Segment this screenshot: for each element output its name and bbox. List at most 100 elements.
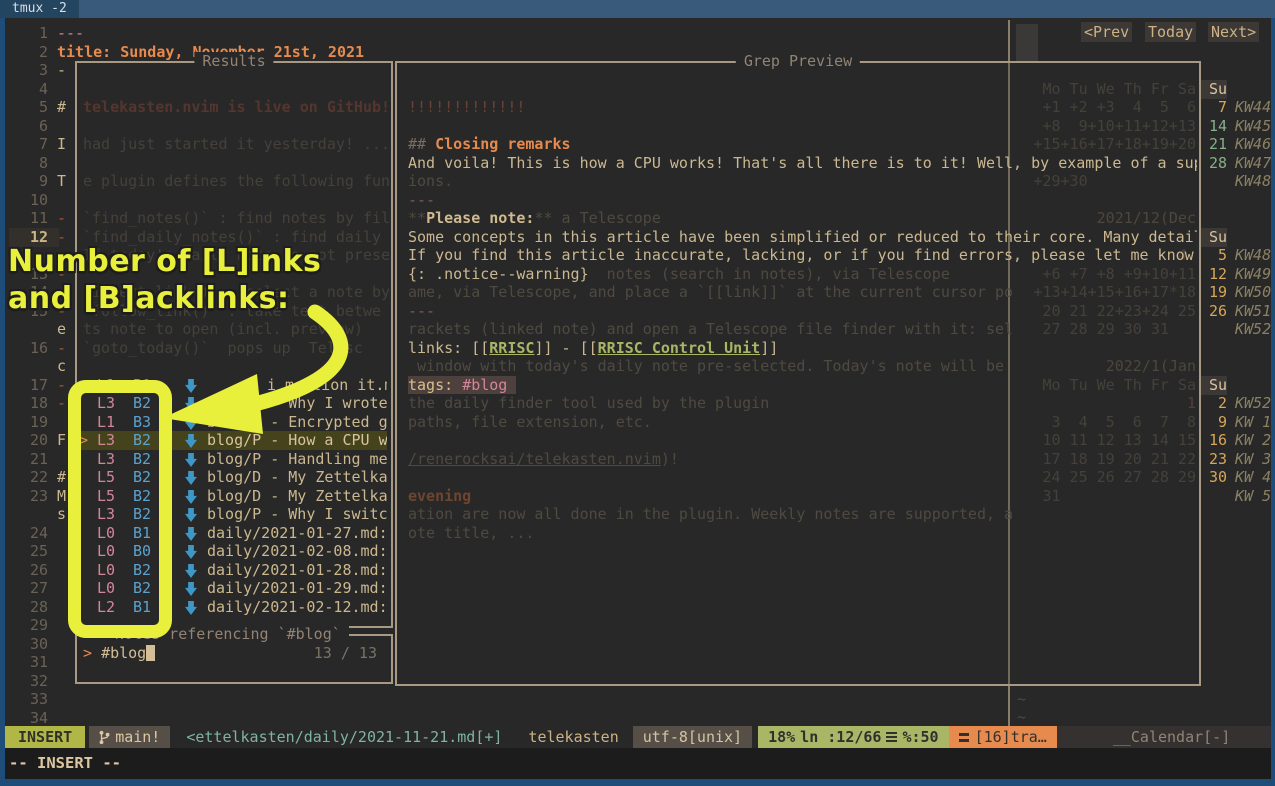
terminal-screen: tmux -2 1---2title: Sunday, November 21s… — [0, 0, 1275, 786]
line-number: 17 — [5, 376, 48, 395]
calendar-week-number: KW 3 — [1235, 450, 1271, 469]
calendar-sunday[interactable]: 9 — [1200, 413, 1227, 432]
mode-indicator: INSERT — [5, 726, 85, 748]
calendar-week-number: KW49 — [1235, 265, 1271, 284]
calendar-today-button[interactable]: Today — [1145, 22, 1196, 42]
line-number: 11 — [5, 209, 48, 228]
calendar-week-number: KW52 — [1235, 394, 1271, 413]
line-number: 16 — [5, 339, 48, 358]
down-arrow-icon — [185, 397, 197, 411]
scroll-percent: 18% — [768, 726, 795, 748]
git-branch-icon — [99, 730, 110, 745]
mode-message: -- INSERT -- — [9, 752, 121, 774]
buffer-text: - — [57, 209, 66, 228]
line-number: 4 — [5, 80, 48, 99]
grep-preview-title: Grep Preview — [736, 52, 860, 71]
calendar-week-number: KW50 — [1235, 283, 1271, 302]
lines-icon — [886, 732, 897, 734]
result-title: blog/P - Why I switche — [207, 505, 387, 524]
line-number: 26 — [5, 561, 48, 580]
calendar-week-number: KW 5 — [1235, 487, 1271, 506]
results-counter: 13 / 13 — [314, 644, 377, 663]
down-arrow-icon — [185, 527, 197, 541]
git-branch-segment: main! — [89, 726, 170, 748]
line-number: 7 — [5, 135, 48, 154]
result-title: blog/D - My Zettelkast — [207, 487, 387, 506]
buffer-text: M — [57, 487, 66, 506]
calendar-sunday[interactable]: 28 — [1200, 154, 1227, 173]
empty-line-tilde: ~ — [1017, 708, 1026, 727]
buffer-text: --- — [57, 24, 84, 43]
buffer-text: - — [57, 394, 66, 413]
calendar-sunday[interactable]: 12 — [1200, 265, 1227, 284]
tmux-statusbar: tmux -2 — [0, 0, 1275, 18]
calendar-statusline: __Calendar[-] — [1057, 726, 1271, 748]
result-title: daily/2021-02-12.md:10 — [207, 598, 387, 617]
text-cursor — [146, 645, 155, 661]
result-title: daily/2021-01-29.md:5: — [207, 579, 387, 598]
down-arrow-icon — [185, 453, 197, 467]
line-number: 29 — [5, 616, 48, 635]
calendar-sunday[interactable]: 30 — [1200, 468, 1227, 487]
down-arrow-icon — [185, 564, 197, 578]
prompt-caret: > — [83, 644, 101, 662]
prompt-panel[interactable]: Notes referencing `#blog` > #blog 13 / 1… — [75, 634, 393, 684]
calendar-sunday[interactable]: 7 — [1200, 98, 1227, 117]
whitespace-icon — [959, 733, 969, 736]
calendar-week-number: KW 2 — [1235, 431, 1271, 450]
calendar-sunday[interactable]: 5 — [1200, 246, 1227, 265]
git-branch-label: main! — [115, 726, 160, 748]
result-title: blog/P - How a CPU wor — [207, 431, 387, 450]
calendar-sunday[interactable]: Su — [1200, 228, 1227, 247]
down-arrow-icon — [185, 416, 197, 430]
line-number: 28 — [5, 598, 48, 617]
calendar-next-button[interactable]: Next> — [1208, 22, 1259, 42]
statusline: INSERT main! <ettelkasten/daily/2021-11-… — [5, 726, 1271, 748]
line-number: 33 — [5, 690, 48, 709]
calendar-sunday[interactable]: 23 — [1200, 450, 1227, 469]
empty-line-tilde: ~ — [1017, 690, 1026, 709]
plugin-name: telekasten — [528, 726, 618, 748]
line-number: 20 — [5, 431, 48, 450]
line-number: 18 — [5, 394, 48, 413]
line-number: 10 — [5, 191, 48, 210]
calendar-sunday[interactable]: 19 — [1200, 283, 1227, 302]
result-title: blog/P - Encrypted git — [207, 413, 387, 432]
line-number: 9 — [5, 172, 48, 191]
buffer-text: - — [57, 61, 66, 80]
calendar-sunday[interactable]: Su — [1200, 80, 1227, 99]
buffer-text: # — [57, 98, 66, 117]
result-title: daily/2021-01-27.md:6: — [207, 524, 387, 543]
calendar-week-number: KW51 — [1235, 302, 1271, 321]
scrollbar-thumb[interactable] — [1016, 24, 1038, 62]
calendar-sunday[interactable]: 16 — [1200, 431, 1227, 450]
tmux-session-label: tmux -2 — [0, 0, 79, 18]
calendar-sunday[interactable]: 26 — [1200, 302, 1227, 321]
line-number: 24 — [5, 524, 48, 543]
calendar-sunday[interactable]: 21 — [1200, 135, 1227, 154]
calendar-prev-button[interactable]: <Prev — [1081, 22, 1132, 42]
line-number: 6 — [5, 117, 48, 136]
prompt-input[interactable]: > #blog — [83, 644, 155, 663]
calendar-sunday[interactable]: 14 — [1200, 117, 1227, 136]
calendar-week-number: KW46 — [1235, 135, 1271, 154]
down-arrow-icon — [185, 508, 197, 522]
annotation-text-line1: Number of [L]inks — [8, 243, 321, 280]
calendar-week-number: KW48 — [1235, 172, 1271, 191]
down-arrow-icon — [185, 434, 197, 448]
annotation-highlight-box — [68, 380, 172, 638]
buffer-text: F — [57, 431, 66, 450]
buffer-text: I — [57, 135, 66, 154]
line-number: 25 — [5, 542, 48, 561]
whitespace-warning-label: [16]tra… — [975, 726, 1047, 748]
calendar-week-number: KW44 — [1235, 98, 1271, 117]
calendar-week-number: KW 4 — [1235, 468, 1271, 487]
results-panel-title: Results — [194, 52, 273, 71]
line-number: 3 — [5, 61, 48, 80]
command-line-area: -- INSERT -- — [5, 748, 1271, 779]
filename-segment: <ettelkasten/daily/2021-11-21.md[+] — [184, 726, 504, 748]
calendar-sunday[interactable]: 2 — [1200, 394, 1227, 413]
calendar-sunday[interactable]: Su — [1200, 376, 1227, 395]
calendar-week-number: KW45 — [1235, 117, 1271, 136]
down-arrow-icon — [185, 545, 197, 559]
